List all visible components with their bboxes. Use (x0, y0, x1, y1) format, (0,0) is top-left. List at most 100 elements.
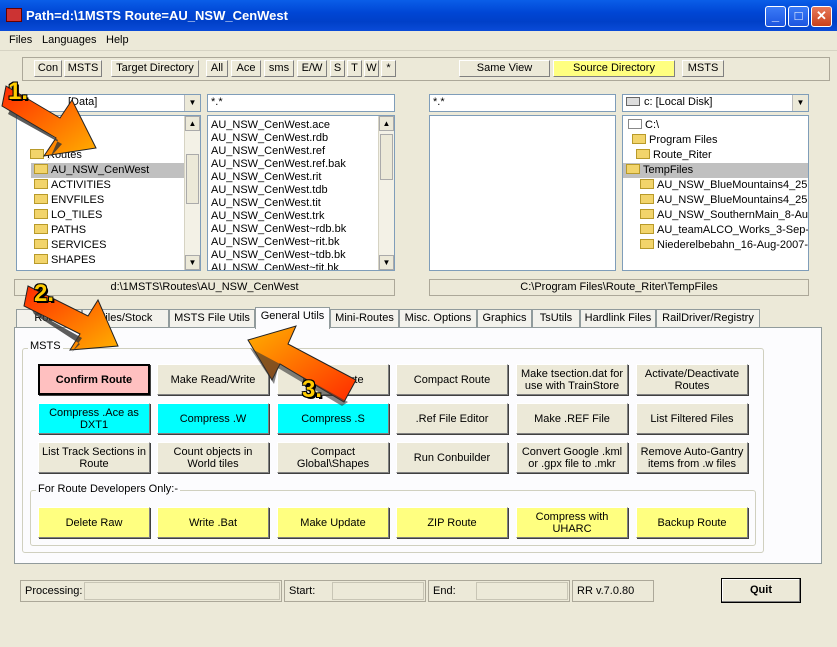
folder-icon (34, 254, 48, 264)
delete-raw-button[interactable]: Delete Raw (38, 507, 150, 538)
convert-google-kml-button[interactable]: Convert Google .kml or .gpx file to .mkr (516, 442, 628, 473)
tab-raildriver-registry[interactable]: RailDriver/Registry (656, 309, 760, 328)
folder-icon (34, 239, 48, 249)
right-filter-input[interactable]: *.* (429, 94, 616, 112)
tree-item[interactable]: AU_NSW_BlueMountains4_25 (637, 178, 807, 193)
make-ref-file-button[interactable]: Make .REF File (516, 403, 628, 434)
activate-routes-button[interactable]: Activate/Deactivate Routes (636, 364, 748, 395)
msts-group-label: MSTS (28, 340, 63, 352)
tree-item[interactable]: Route_Riter (633, 148, 712, 163)
folder-icon (640, 179, 654, 189)
compact-global-shapes-button[interactable]: Compact Global\Shapes (277, 442, 389, 473)
source-directory-button[interactable]: Source Directory (553, 60, 675, 77)
menu-help[interactable]: Help (106, 34, 129, 46)
filter-s-button[interactable]: S (330, 60, 345, 77)
close-button[interactable]: ✕ (811, 6, 832, 27)
tree-item-selected[interactable]: AU_NSW_CenWest (31, 163, 185, 178)
tab-files-stock[interactable]: Files/Stock (82, 309, 169, 328)
filter-w-button[interactable]: W (364, 60, 379, 77)
tree-item[interactable]: AU_NSW_BlueMountains4_25 (637, 193, 807, 208)
left-files-scrollbar[interactable]: ▲ ▼ (378, 116, 394, 270)
scroll-down-icon[interactable]: ▼ (185, 255, 200, 270)
right-drive-combo[interactable]: c: [Local Disk] ▼ (622, 94, 809, 112)
left-filter-input[interactable]: *.* (207, 94, 395, 112)
tree-item[interactable]: AU_NSW_SouthernMain_8-Aug (637, 208, 808, 223)
tree-item[interactable]: Routes (27, 148, 82, 163)
make-tsection-button[interactable]: Make tsection.dat for use with TrainStor… (516, 364, 628, 395)
ref-file-editor-button[interactable]: .Ref File Editor (396, 403, 508, 434)
tab-tsutils[interactable]: TsUtils (532, 309, 580, 328)
end-value (476, 582, 568, 600)
tree-item[interactable]: AU_teamALCO_Works_3-Sep-2 (637, 223, 808, 238)
filter-all-button[interactable]: All (206, 60, 228, 77)
remove-auto-gantry-button[interactable]: Remove Auto-Gantry items from .w files (636, 442, 748, 473)
scroll-down-icon[interactable]: ▼ (379, 255, 394, 270)
left-file-list[interactable]: AU_NSW_CenWest.ace AU_NSW_CenWest.rdb AU… (207, 115, 395, 271)
erase-route-button[interactable]: Erase Route (277, 364, 389, 395)
tree-item[interactable]: SHAPES (31, 253, 96, 268)
count-objects-button[interactable]: Count objects in World tiles (157, 442, 269, 473)
tree-item[interactable]: PATHS (31, 223, 86, 238)
filter-ace-button[interactable]: Ace (231, 60, 261, 77)
write-bat-button[interactable]: Write .Bat (157, 507, 269, 538)
maximize-button[interactable]: □ (788, 6, 809, 27)
tab-hardlink-files[interactable]: Hardlink Files (580, 309, 656, 328)
left-folder-tree[interactable]: Routes AU_NSW_CenWest ACTIVITIES ENVFILE… (16, 115, 201, 271)
quit-button[interactable]: Quit (721, 578, 801, 603)
folder-icon (640, 209, 654, 219)
right-file-list[interactable] (429, 115, 616, 271)
chevron-down-icon[interactable]: ▼ (792, 95, 808, 111)
scroll-thumb[interactable] (186, 154, 199, 204)
con-button[interactable]: Con (34, 60, 62, 77)
run-conbuilder-button[interactable]: Run Conbuilder (396, 442, 508, 473)
right-folder-tree[interactable]: C:\ Program Files Route_Riter TempFiles … (622, 115, 809, 271)
tree-item[interactable]: ENVFILES (31, 193, 104, 208)
filter-sms-button[interactable]: sms (264, 60, 294, 77)
tab-msts-file-utils[interactable]: MSTS File Utils (169, 309, 255, 328)
make-update-button[interactable]: Make Update (277, 507, 389, 538)
tab-graphics[interactable]: Graphics (477, 309, 532, 328)
compress-ace-button[interactable]: Compress .Ace as DXT1 (38, 403, 150, 434)
zip-route-button[interactable]: ZIP Route (396, 507, 508, 538)
tree-item-selected[interactable]: TempFiles (623, 163, 808, 178)
compress-uharc-button[interactable]: Compress with UHARC (516, 507, 628, 538)
menu-files[interactable]: Files (9, 34, 32, 46)
left-drive-combo[interactable]: [Data] ▼ (16, 94, 201, 112)
filter-t-button[interactable]: T (347, 60, 362, 77)
menu-languages[interactable]: Languages (42, 34, 96, 46)
folder-icon (34, 209, 48, 219)
same-view-button[interactable]: Same View (459, 60, 550, 77)
tree-item[interactable]: SERVICES (31, 238, 106, 253)
scroll-thumb[interactable] (380, 134, 393, 180)
backup-route-button[interactable]: Backup Route (636, 507, 748, 538)
tree-item[interactable]: ACTIVITIES (31, 178, 111, 193)
tree-item[interactable]: Niederelbebahn_16-Aug-2007-1 (637, 238, 808, 253)
list-filtered-files-button[interactable]: List Filtered Files (636, 403, 748, 434)
tree-item[interactable]: C:\ (625, 118, 659, 133)
msts-button-right[interactable]: MSTS (682, 60, 724, 77)
tab-general-utils[interactable]: General Utils (255, 307, 330, 329)
tab-route[interactable]: Route (16, 309, 82, 328)
tab-mini-routes[interactable]: Mini-Routes (330, 309, 399, 328)
compress-s-button[interactable]: Compress .S (277, 403, 389, 434)
left-tree-scrollbar[interactable]: ▲ ▼ (184, 116, 200, 270)
tab-misc-options[interactable]: Misc. Options (399, 309, 477, 328)
list-track-sections-button[interactable]: List Track Sections in Route (38, 442, 150, 473)
scroll-up-icon[interactable]: ▲ (185, 116, 200, 131)
tree-item[interactable]: LO_TILES (31, 208, 102, 223)
scroll-up-icon[interactable]: ▲ (379, 116, 394, 131)
list-item[interactable]: AU_NSW_CenWest~tit.bk (208, 261, 339, 270)
target-directory-button[interactable]: Target Directory (111, 60, 199, 77)
confirm-route-button[interactable]: Confirm Route (38, 364, 150, 395)
compact-route-button[interactable]: Compact Route (396, 364, 508, 395)
filter-star-button[interactable]: * (381, 60, 396, 77)
title-bar: Path=d:\1MSTS Route=AU_NSW_CenWest _ □ ✕ (0, 0, 837, 31)
minimize-button[interactable]: _ (765, 6, 786, 27)
compress-w-button[interactable]: Compress .W (157, 403, 269, 434)
tree-item[interactable]: Program Files (629, 133, 717, 148)
make-read-write-button[interactable]: Make Read/Write (157, 364, 269, 395)
msts-button-left[interactable]: MSTS (64, 60, 102, 77)
folder-icon (640, 224, 654, 234)
chevron-down-icon[interactable]: ▼ (184, 95, 200, 111)
filter-ew-button[interactable]: E/W (297, 60, 327, 77)
